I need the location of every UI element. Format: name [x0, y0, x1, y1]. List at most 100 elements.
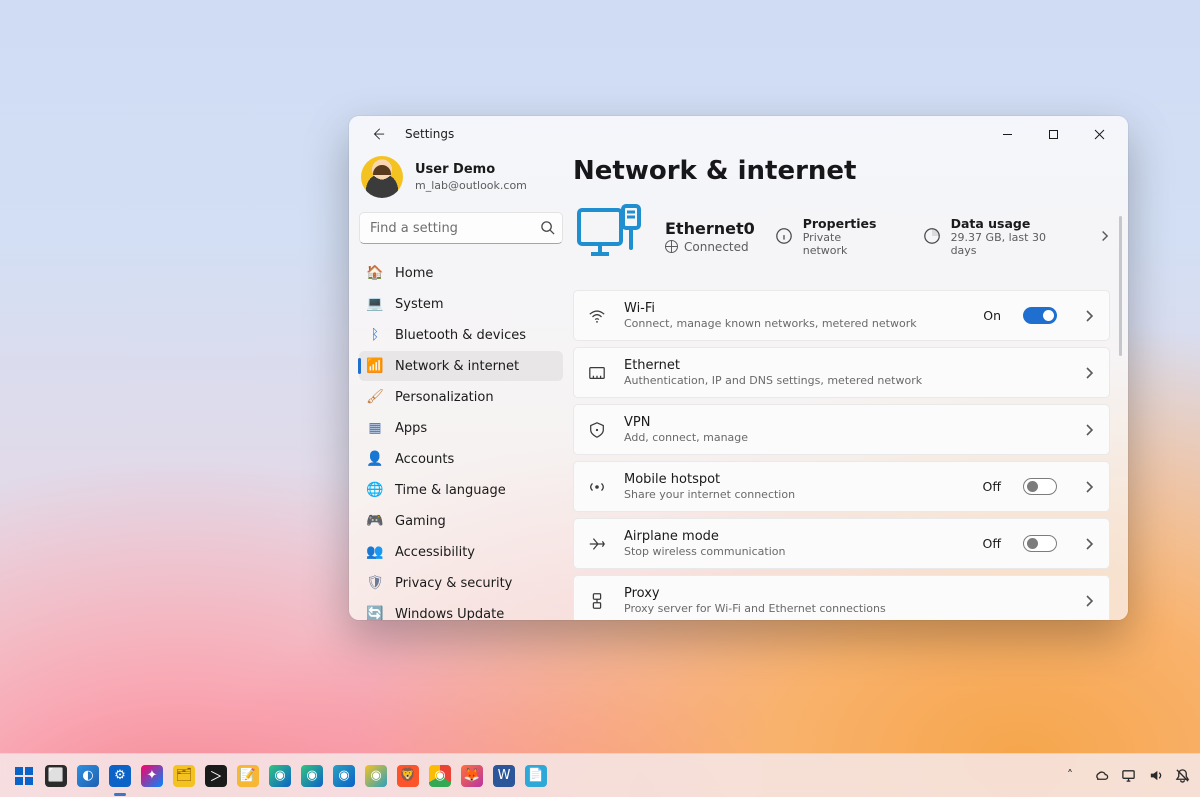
airplane-icon [588, 535, 606, 553]
firefox-icon: 🦊 [461, 765, 483, 787]
notifications-icon[interactable] [1175, 768, 1190, 783]
nav-item-accessibility[interactable]: 👥Accessibility [359, 537, 563, 567]
user-account-tile[interactable]: User Demo m_lab@outlook.com [359, 152, 563, 212]
volume-icon[interactable] [1148, 768, 1163, 783]
data-usage-icon [923, 226, 941, 246]
network-cards: Wi-FiConnect, manage known networks, met… [573, 290, 1110, 620]
taskview-icon: ⬜ [45, 765, 67, 787]
ethernet-pc-icon [573, 200, 645, 272]
back-arrow-icon [371, 127, 385, 141]
close-button[interactable] [1076, 119, 1122, 149]
card-wifi[interactable]: Wi-FiConnect, manage known networks, met… [573, 290, 1110, 341]
chevron-right-icon [1083, 424, 1095, 436]
taskbar-app-word[interactable]: W [490, 762, 518, 790]
edge-icon: ◉ [269, 765, 291, 787]
notepad-icon: 📄 [525, 765, 547, 787]
nav-item-bluetooth[interactable]: ᛒBluetooth & devices [359, 320, 563, 350]
nav-item-privacy[interactable]: 🛡 Privacy & security [359, 568, 563, 598]
globe-clock-icon: 🌐 [367, 482, 383, 498]
chevron-right-icon [1083, 595, 1095, 607]
card-ethernet[interactable]: EthernetAuthentication, IP and DNS setti… [573, 347, 1110, 398]
page-title: Network & internet [573, 156, 1110, 186]
card-vpn[interactable]: VPNAdd, connect, manage [573, 404, 1110, 455]
minimize-button[interactable] [984, 119, 1030, 149]
nav-label: Accessibility [395, 545, 475, 560]
nav-item-gaming[interactable]: 🎮Gaming [359, 506, 563, 536]
data-usage-tile[interactable]: Data usage29.37 GB, last 30 days [923, 216, 1064, 257]
search-input[interactable] [359, 212, 563, 244]
properties-detail: Private network [803, 231, 881, 257]
search-box[interactable] [359, 212, 563, 244]
taskbar: ⬜ ◐ ⚙ ✦ 🗂 ＞ 📝 ◉ ◉ ◉ ◉ 🦁 ◉ 🦊 W 📄 ˄ [0, 753, 1200, 797]
card-proxy[interactable]: ProxyProxy server for Wi-Fi and Ethernet… [573, 575, 1110, 620]
onedrive-icon[interactable] [1094, 768, 1109, 783]
nav-label: Network & internet [395, 359, 519, 374]
card-hotspot[interactable]: Mobile hotspotShare your internet connec… [573, 461, 1110, 512]
card-subtitle: Stop wireless communication [624, 545, 785, 558]
airplane-toggle[interactable] [1023, 535, 1057, 552]
copilot-icon: ✦ [141, 765, 163, 787]
sync-icon: 🔄 [367, 606, 383, 620]
card-title: Ethernet [624, 358, 922, 373]
taskbar-app-chrome[interactable]: ◉ [426, 762, 454, 790]
wifi-toggle[interactable] [1023, 307, 1057, 324]
card-subtitle: Proxy server for Wi-Fi and Ethernet conn… [624, 602, 886, 615]
shield-icon: 🛡 [367, 575, 383, 591]
taskbar-app-settings[interactable]: ⚙ [106, 762, 134, 790]
taskbar-app-terminal[interactable]: ＞ [202, 762, 230, 790]
maximize-icon [1048, 129, 1059, 140]
taskbar-app-taskview[interactable]: ⬜ [42, 762, 70, 790]
windows-icon [13, 765, 35, 787]
taskbar-app-copilot[interactable]: ✦ [138, 762, 166, 790]
sticky-notes-icon: 📝 [237, 765, 259, 787]
edge-dev-icon: ◉ [333, 765, 355, 787]
nav-item-update[interactable]: 🔄Windows Update [359, 599, 563, 620]
nav-label: Home [395, 266, 433, 281]
chevron-right-icon [1083, 310, 1095, 322]
system-icon: 💻 [367, 296, 383, 312]
user-email: m_lab@outlook.com [415, 179, 527, 192]
folder-icon: 🗂 [173, 765, 195, 787]
minimize-icon [1002, 129, 1013, 140]
properties-tile[interactable]: PropertiesPrivate network [775, 216, 881, 257]
info-icon [775, 226, 793, 246]
network-tray-icon[interactable] [1121, 768, 1136, 783]
taskbar-app-edge-canary[interactable]: ◉ [362, 762, 390, 790]
nav-item-time[interactable]: 🌐Time & language [359, 475, 563, 505]
navigation-rail: User Demo m_lab@outlook.com 🏠Home 💻Syste… [349, 152, 573, 620]
hero-adapter[interactable]: Ethernet0 Connected [665, 219, 755, 254]
tray-overflow-button[interactable]: ˄ [1067, 768, 1082, 783]
chevron-right-icon[interactable] [1099, 230, 1110, 242]
taskbar-app-brave[interactable]: 🦁 [394, 762, 422, 790]
taskbar-app-notepad[interactable]: 📄 [522, 762, 550, 790]
nav-item-personalization[interactable]: 🖌Personalization [359, 382, 563, 412]
card-airplane[interactable]: Airplane modeStop wireless communication… [573, 518, 1110, 569]
apps-icon: ▦ [367, 420, 383, 436]
taskbar-app-edge-dev[interactable]: ◉ [330, 762, 358, 790]
nav-label: Gaming [395, 514, 446, 529]
taskbar-app-edge-beta[interactable]: ◉ [298, 762, 326, 790]
maximize-button[interactable] [1030, 119, 1076, 149]
nav-item-accounts[interactable]: 👤Accounts [359, 444, 563, 474]
nav-item-network[interactable]: 📶Network & internet [359, 351, 563, 381]
window-title: Settings [405, 127, 454, 141]
chevron-right-icon [1083, 367, 1095, 379]
card-title: Mobile hotspot [624, 472, 795, 487]
close-icon [1094, 129, 1105, 140]
nav-item-apps[interactable]: ▦Apps [359, 413, 563, 443]
nav-item-system[interactable]: 💻System [359, 289, 563, 319]
avatar [361, 156, 403, 198]
brave-icon: 🦁 [397, 765, 419, 787]
hotspot-toggle[interactable] [1023, 478, 1057, 495]
taskbar-app-explorer[interactable]: 🗂 [170, 762, 198, 790]
scrollbar[interactable] [1119, 216, 1122, 356]
chevron-right-icon [1083, 481, 1095, 493]
nav-label: Privacy & security [395, 576, 512, 591]
taskbar-app-notes[interactable]: 📝 [234, 762, 262, 790]
taskbar-app-firefox[interactable]: 🦊 [458, 762, 486, 790]
start-button[interactable] [10, 762, 38, 790]
nav-item-home[interactable]: 🏠Home [359, 258, 563, 288]
back-button[interactable] [355, 119, 401, 149]
taskbar-app-edge[interactable]: ◉ [266, 762, 294, 790]
taskbar-app-widgets[interactable]: ◐ [74, 762, 102, 790]
